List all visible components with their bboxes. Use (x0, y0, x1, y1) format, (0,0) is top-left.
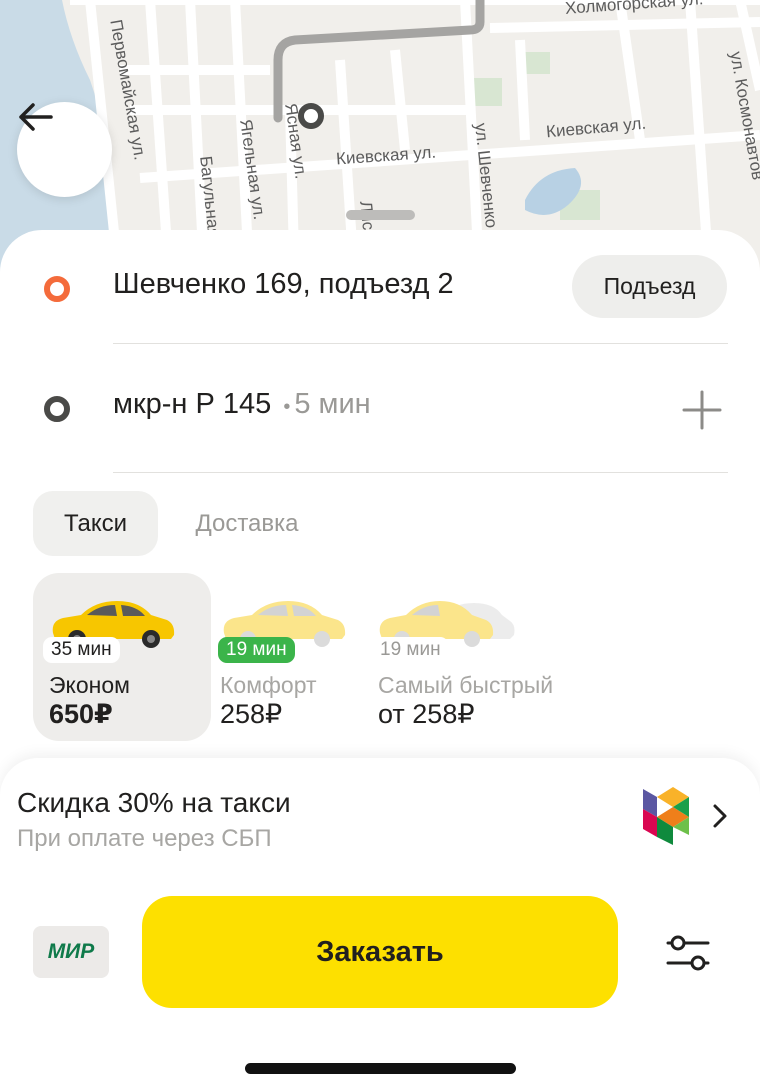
tariff-price: 650₽ (49, 699, 113, 729)
sbp-logo-icon (643, 787, 689, 845)
order-button[interactable]: Заказать (142, 896, 618, 1008)
payment-method-card[interactable]: МИР (33, 926, 109, 978)
home-indicator[interactable] (245, 1063, 516, 1074)
arrow-left-icon (19, 103, 53, 131)
tab-taxi[interactable]: Такси (33, 491, 158, 556)
origin-marker-icon (44, 276, 70, 302)
origin-address[interactable]: Шевченко 169, подъезд 2 (113, 268, 454, 301)
eta-separator: • (283, 396, 291, 418)
destination-address[interactable]: мкр-н Р 145 • 5 мин (113, 388, 371, 421)
tariff-eta: 19 мин (372, 637, 449, 663)
destination-eta: 5 мин (294, 388, 371, 420)
promo-title: Скидка 30% на такси (17, 787, 291, 818)
divider (113, 472, 728, 473)
tariff-card-fastest[interactable]: 19 мин Самый быстрый от 258₽ (362, 573, 602, 741)
route-origin-row[interactable]: Шевченко 169, подъезд 2 Подъезд (0, 230, 760, 340)
chevron-right-icon (713, 804, 727, 828)
route-destination-row[interactable]: мкр-н Р 145 • 5 мин (0, 344, 760, 472)
tariff-card-comfort[interactable]: 19 мин Комфорт 258₽ (204, 573, 382, 741)
tariff-price: от 258₽ (378, 699, 475, 729)
tariff-name: Самый быстрый (378, 672, 554, 698)
tariff-price: 258₽ (220, 699, 283, 729)
destination-address-text: мкр-н Р 145 (113, 388, 272, 420)
back-button[interactable] (17, 102, 112, 197)
bottom-panel: Скидка 30% на такси При оплате через СБП… (0, 758, 760, 1090)
destination-marker-icon (44, 396, 70, 422)
tariff-eta: 19 мин (218, 637, 295, 663)
tariff-card-economy[interactable]: 35 мин Эконом 650₽ (33, 573, 211, 741)
plus-icon[interactable] (681, 389, 723, 431)
promo-subtitle: При оплате через СБП (17, 825, 272, 852)
entrance-button[interactable]: Подъезд (572, 255, 727, 318)
tab-delivery[interactable]: Доставка (172, 491, 322, 556)
tariff-name: Комфорт (220, 672, 317, 698)
tariff-name: Эконом (49, 672, 130, 698)
sliders-icon[interactable] (664, 933, 712, 973)
tariff-eta: 35 мин (43, 637, 120, 663)
sheet-drag-handle[interactable] (346, 210, 415, 220)
order-sheet: Шевченко 169, подъезд 2 Подъезд мкр-н Р … (0, 230, 760, 1090)
